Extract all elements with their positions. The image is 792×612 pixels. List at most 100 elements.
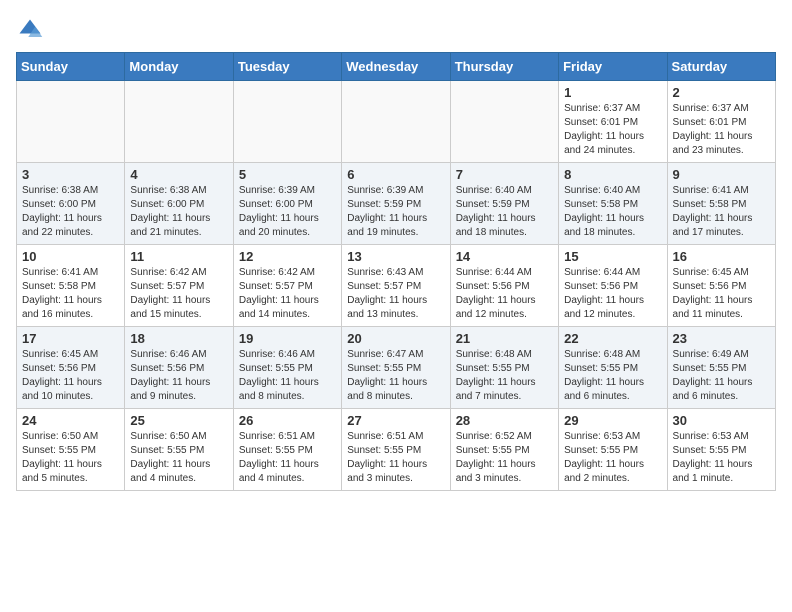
calendar-cell: 2 Sunrise: 6:37 AM Sunset: 6:01 PM Daylig… <box>667 81 775 163</box>
calendar-cell: 18 Sunrise: 6:46 AM Sunset: 5:56 PM Dayli… <box>125 327 233 409</box>
day-info: Sunrise: 6:41 AM Sunset: 5:58 PM Dayligh… <box>673 184 770 240</box>
calendar-cell: 20 Sunrise: 6:47 AM Sunset: 5:55 PM Dayli… <box>342 327 450 409</box>
calendar-cell: 21Sunrise: 6:48 AM Sunset: 5:55 PM Dayli… <box>450 327 558 409</box>
day-number: 25 <box>130 413 227 428</box>
calendar-cell <box>233 81 341 163</box>
calendar-cell: 22 Sunrise: 6:48 AM Sunset: 5:55 PM Dayli… <box>559 327 667 409</box>
logo-icon <box>16 16 44 44</box>
day-number: 14 <box>456 249 553 264</box>
day-info: Sunrise: 6:50 AM Sunset: 5:55 PM Dayligh… <box>22 430 119 486</box>
day-info: Sunrise: 6:46 AM Sunset: 5:55 PM Dayligh… <box>239 348 336 404</box>
day-info: Sunrise: 6:45 AM Sunset: 5:56 PM Dayligh… <box>673 266 770 322</box>
day-info: Sunrise: 6:40 AM Sunset: 5:59 PM Dayligh… <box>456 184 553 240</box>
day-info: Sunrise: 6:37 AM Sunset: 6:01 PM Dayligh… <box>564 102 661 158</box>
day-number: 30 <box>673 413 770 428</box>
day-info: Sunrise: 6:49 AM Sunset: 5:55 PM Dayligh… <box>673 348 770 404</box>
day-number: 4 <box>130 167 227 182</box>
calendar-cell: 14 Sunrise: 6:44 AM Sunset: 5:56 PM Dayli… <box>450 245 558 327</box>
calendar-cell: 24 Sunrise: 6:50 AM Sunset: 5:55 PM Dayli… <box>17 409 125 491</box>
day-info: Sunrise: 6:41 AM Sunset: 5:58 PM Dayligh… <box>22 266 119 322</box>
day-number: 24 <box>22 413 119 428</box>
day-number: 22 <box>564 331 661 346</box>
header-tuesday: Tuesday <box>233 53 341 81</box>
day-info: Sunrise: 6:42 AM Sunset: 5:57 PM Dayligh… <box>239 266 336 322</box>
day-number: 23 <box>673 331 770 346</box>
day-info: Sunrise: 6:37 AM Sunset: 6:01 PM Dayligh… <box>673 102 770 158</box>
day-number: 5 <box>239 167 336 182</box>
day-info: Sunrise: 6:43 AM Sunset: 5:57 PM Dayligh… <box>347 266 444 322</box>
day-number: 28 <box>456 413 553 428</box>
day-number: 18 <box>130 331 227 346</box>
calendar-week-row: 3 Sunrise: 6:38 AM Sunset: 6:00 PM Daylig… <box>17 163 776 245</box>
day-info: Sunrise: 6:50 AM Sunset: 5:55 PM Dayligh… <box>130 430 227 486</box>
calendar-table: SundayMondayTuesdayWednesdayThursdayFrid… <box>16 52 776 491</box>
day-info: Sunrise: 6:38 AM Sunset: 6:00 PM Dayligh… <box>130 184 227 240</box>
calendar-cell: 3Sunrise: 6:38 AM Sunset: 6:00 PM Daylig… <box>17 163 125 245</box>
day-number: 17 <box>22 331 119 346</box>
calendar-cell: 29Sunrise: 6:53 AM Sunset: 5:55 PM Dayli… <box>559 409 667 491</box>
calendar-cell: 27 Sunrise: 6:51 AM Sunset: 5:55 PM Dayli… <box>342 409 450 491</box>
day-number: 7 <box>456 167 553 182</box>
calendar-cell: 26 Sunrise: 6:51 AM Sunset: 5:55 PM Dayli… <box>233 409 341 491</box>
day-number: 19 <box>239 331 336 346</box>
day-number: 3 <box>22 167 119 182</box>
day-number: 16 <box>673 249 770 264</box>
day-info: Sunrise: 6:39 AM Sunset: 6:00 PM Dayligh… <box>239 184 336 240</box>
day-number: 8 <box>564 167 661 182</box>
calendar-cell: 16 Sunrise: 6:45 AM Sunset: 5:56 PM Dayli… <box>667 245 775 327</box>
calendar-cell: 15 Sunrise: 6:44 AM Sunset: 5:56 PM Dayli… <box>559 245 667 327</box>
calendar-header-row: SundayMondayTuesdayWednesdayThursdayFrid… <box>17 53 776 81</box>
calendar-cell <box>450 81 558 163</box>
day-number: 26 <box>239 413 336 428</box>
calendar-week-row: 24 Sunrise: 6:50 AM Sunset: 5:55 PM Dayli… <box>17 409 776 491</box>
day-number: 21 <box>456 331 553 346</box>
day-number: 6 <box>347 167 444 182</box>
day-info: Sunrise: 6:47 AM Sunset: 5:55 PM Dayligh… <box>347 348 444 404</box>
calendar-cell: 4 Sunrise: 6:38 AM Sunset: 6:00 PM Daylig… <box>125 163 233 245</box>
day-number: 20 <box>347 331 444 346</box>
calendar-cell: 30 Sunrise: 6:53 AM Sunset: 5:55 PM Dayli… <box>667 409 775 491</box>
day-info: Sunrise: 6:45 AM Sunset: 5:56 PM Dayligh… <box>22 348 119 404</box>
header-wednesday: Wednesday <box>342 53 450 81</box>
day-number: 1 <box>564 85 661 100</box>
day-info: Sunrise: 6:44 AM Sunset: 5:56 PM Dayligh… <box>456 266 553 322</box>
day-number: 15 <box>564 249 661 264</box>
day-info: Sunrise: 6:53 AM Sunset: 5:55 PM Dayligh… <box>673 430 770 486</box>
calendar-week-row: 17 Sunrise: 6:45 AM Sunset: 5:56 PM Dayli… <box>17 327 776 409</box>
day-number: 13 <box>347 249 444 264</box>
calendar-cell: 25 Sunrise: 6:50 AM Sunset: 5:55 PM Dayli… <box>125 409 233 491</box>
day-number: 9 <box>673 167 770 182</box>
calendar-cell <box>17 81 125 163</box>
calendar-week-row: 1 Sunrise: 6:37 AM Sunset: 6:01 PM Daylig… <box>17 81 776 163</box>
day-info: Sunrise: 6:44 AM Sunset: 5:56 PM Dayligh… <box>564 266 661 322</box>
calendar-cell: 6Sunrise: 6:39 AM Sunset: 5:59 PM Daylig… <box>342 163 450 245</box>
header-monday: Monday <box>125 53 233 81</box>
page-header <box>16 16 776 44</box>
day-info: Sunrise: 6:46 AM Sunset: 5:56 PM Dayligh… <box>130 348 227 404</box>
calendar-cell: 7 Sunrise: 6:40 AM Sunset: 5:59 PM Daylig… <box>450 163 558 245</box>
day-number: 2 <box>673 85 770 100</box>
header-friday: Friday <box>559 53 667 81</box>
calendar-cell: 8 Sunrise: 6:40 AM Sunset: 5:58 PM Daylig… <box>559 163 667 245</box>
day-info: Sunrise: 6:42 AM Sunset: 5:57 PM Dayligh… <box>130 266 227 322</box>
day-info: Sunrise: 6:48 AM Sunset: 5:55 PM Dayligh… <box>564 348 661 404</box>
calendar-cell: 11 Sunrise: 6:42 AM Sunset: 5:57 PM Dayli… <box>125 245 233 327</box>
day-number: 11 <box>130 249 227 264</box>
day-number: 10 <box>22 249 119 264</box>
header-saturday: Saturday <box>667 53 775 81</box>
header-sunday: Sunday <box>17 53 125 81</box>
day-info: Sunrise: 6:40 AM Sunset: 5:58 PM Dayligh… <box>564 184 661 240</box>
header-thursday: Thursday <box>450 53 558 81</box>
calendar-cell: 10 Sunrise: 6:41 AM Sunset: 5:58 PM Dayli… <box>17 245 125 327</box>
day-number: 12 <box>239 249 336 264</box>
logo <box>16 16 48 44</box>
calendar-cell: 12 Sunrise: 6:42 AM Sunset: 5:57 PM Dayli… <box>233 245 341 327</box>
day-number: 27 <box>347 413 444 428</box>
calendar-cell <box>125 81 233 163</box>
day-info: Sunrise: 6:51 AM Sunset: 5:55 PM Dayligh… <box>239 430 336 486</box>
calendar-week-row: 10 Sunrise: 6:41 AM Sunset: 5:58 PM Dayli… <box>17 245 776 327</box>
calendar-cell: 23 Sunrise: 6:49 AM Sunset: 5:55 PM Dayli… <box>667 327 775 409</box>
day-info: Sunrise: 6:51 AM Sunset: 5:55 PM Dayligh… <box>347 430 444 486</box>
calendar-cell: 1 Sunrise: 6:37 AM Sunset: 6:01 PM Daylig… <box>559 81 667 163</box>
day-info: Sunrise: 6:53 AM Sunset: 5:55 PM Dayligh… <box>564 430 661 486</box>
